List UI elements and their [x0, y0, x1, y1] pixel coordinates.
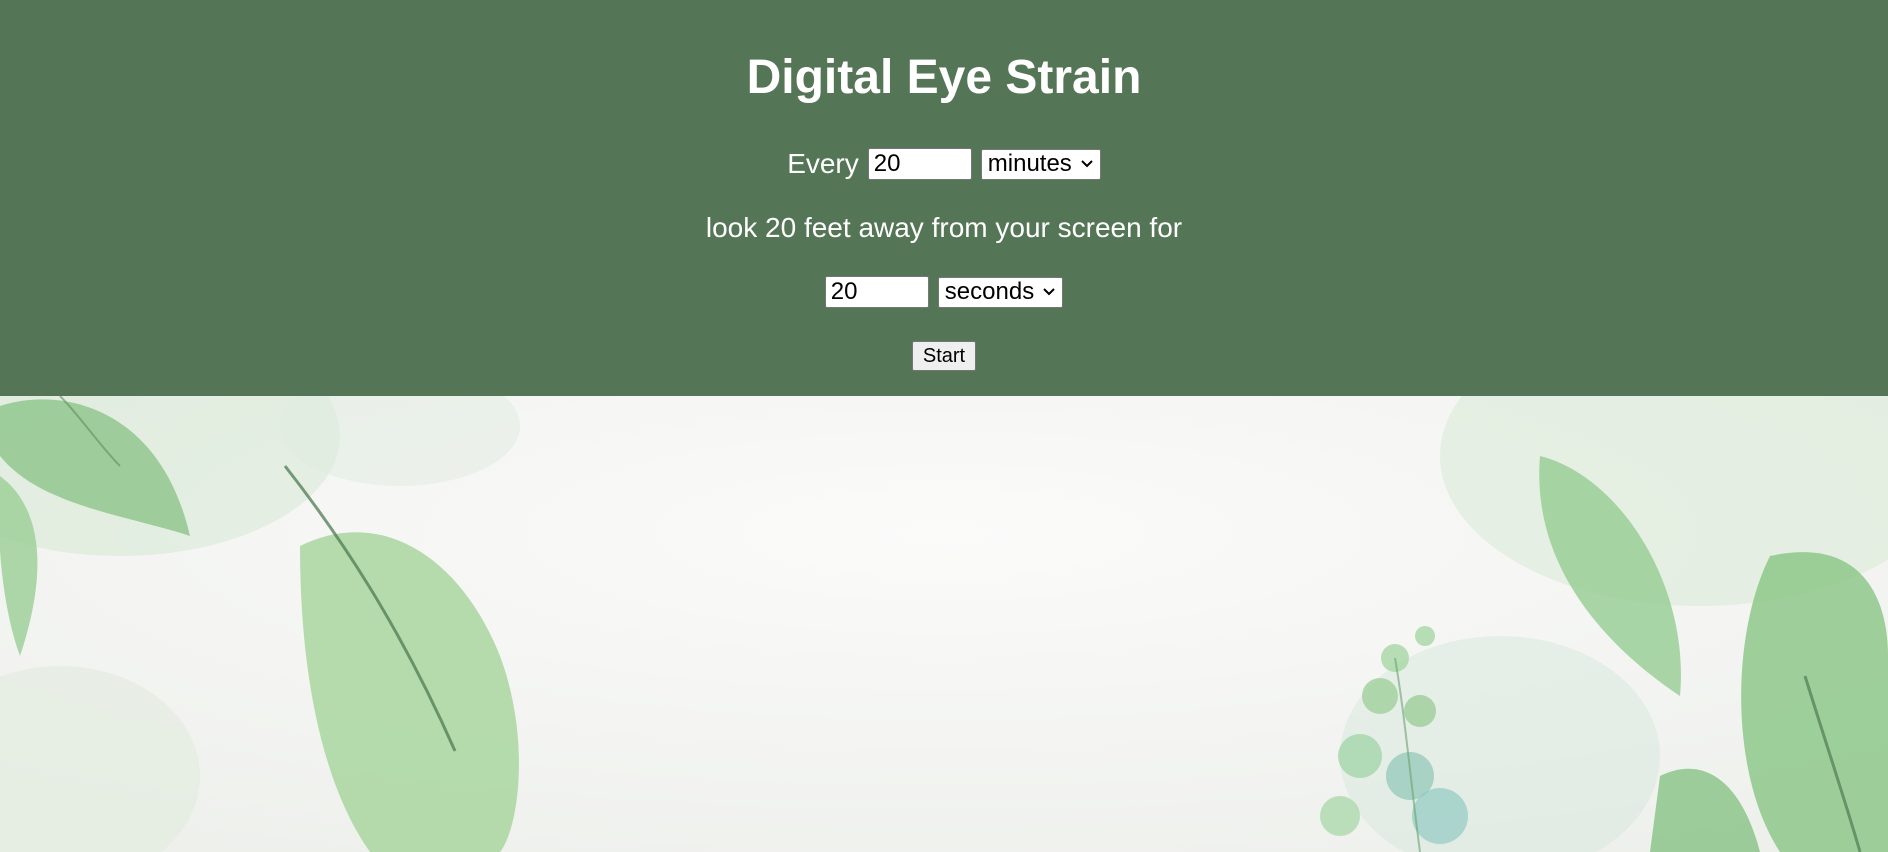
interval-unit-select[interactable]: minutes — [980, 148, 1101, 180]
interval-input[interactable] — [867, 148, 972, 180]
start-row: Start — [0, 340, 1888, 372]
interval-row: Every minutes — [0, 146, 1888, 182]
start-button[interactable]: Start — [911, 341, 977, 371]
interval-unit-value: minutes — [987, 150, 1072, 177]
every-label: Every — [787, 148, 859, 179]
chevron-down-icon — [1043, 288, 1055, 296]
instruction-row: look 20 feet away from your screen for — [0, 210, 1888, 246]
instruction-text: look 20 feet away from your screen for — [705, 212, 1183, 243]
duration-unit-select[interactable]: seconds — [937, 276, 1064, 308]
page: Digital Eye Strain Every minutes look 20… — [0, 0, 1888, 852]
duration-row: seconds — [0, 274, 1888, 310]
duration-unit-value: seconds — [944, 278, 1035, 305]
leaf-background-image — [0, 396, 1888, 852]
page-title: Digital Eye Strain — [746, 51, 1142, 104]
settings-panel: Digital Eye Strain Every minutes look 20… — [0, 0, 1888, 396]
duration-input[interactable] — [824, 276, 929, 308]
chevron-down-icon — [1081, 160, 1093, 168]
